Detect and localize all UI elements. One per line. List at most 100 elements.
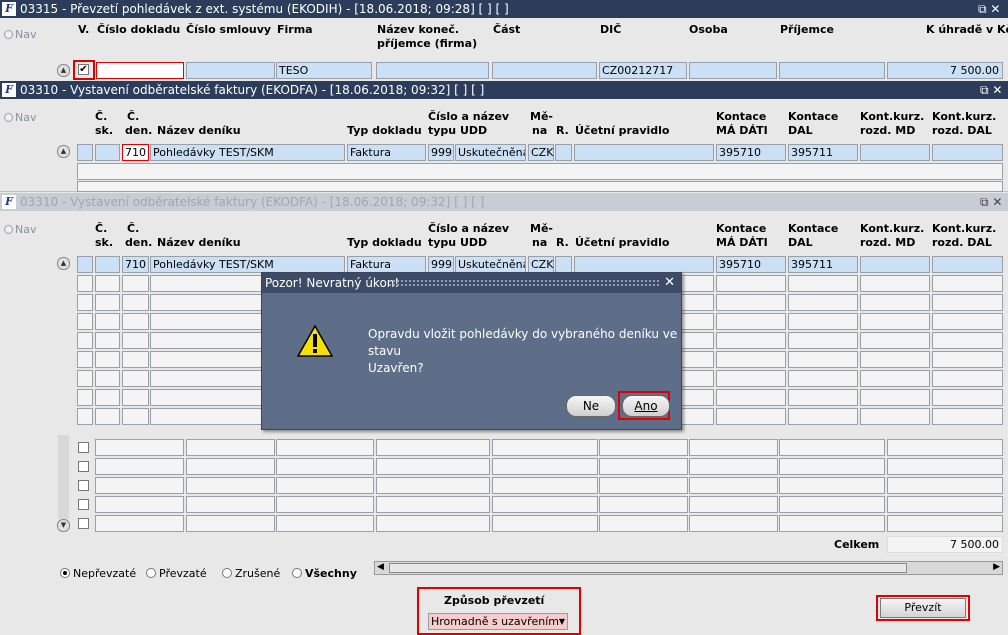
grid-cell[interactable] bbox=[186, 477, 275, 494]
chevron-down-icon[interactable]: ▼ bbox=[559, 614, 565, 629]
cell-md[interactable]: 395710 bbox=[716, 256, 786, 273]
cell-cislo-dokladu[interactable] bbox=[96, 62, 184, 79]
grid-cell[interactable] bbox=[492, 496, 598, 513]
grid-cell[interactable] bbox=[77, 351, 93, 368]
cell-nazev-deniku[interactable]: Pohledávky TEST/SKM bbox=[150, 144, 345, 161]
grid-cell[interactable] bbox=[932, 408, 1003, 425]
scroll-right-icon[interactable]: ▶ bbox=[993, 562, 1000, 572]
grid-cell[interactable] bbox=[689, 496, 778, 513]
scroll-thumb[interactable] bbox=[389, 563, 907, 573]
window-controls[interactable]: ⧉ ✕ bbox=[980, 193, 1002, 211]
grid-cell[interactable] bbox=[860, 351, 930, 368]
grid-cell[interactable] bbox=[788, 275, 858, 292]
grid-cell[interactable] bbox=[492, 439, 598, 456]
grid-cell[interactable] bbox=[95, 351, 120, 368]
grid-cell[interactable] bbox=[77, 275, 93, 292]
grid-cell[interactable] bbox=[492, 477, 598, 494]
cell-c-den[interactable]: 710 bbox=[122, 256, 149, 273]
grid-cell[interactable] bbox=[788, 351, 858, 368]
grid-cell[interactable] bbox=[887, 458, 1003, 475]
grid-cell[interactable] bbox=[860, 275, 930, 292]
grid-cell[interactable] bbox=[779, 439, 885, 456]
grid-cell[interactable] bbox=[716, 370, 786, 387]
cell-ucetni[interactable] bbox=[574, 256, 714, 273]
grid-cell[interactable] bbox=[788, 313, 858, 330]
grid-cell[interactable] bbox=[95, 294, 120, 311]
grid-cell[interactable] bbox=[186, 439, 275, 456]
cell-dal[interactable]: 395711 bbox=[788, 256, 858, 273]
cell-r[interactable] bbox=[555, 144, 572, 161]
cell-nazev-deniku[interactable]: Pohledávky TEST/SKM bbox=[150, 256, 345, 273]
grid-cell[interactable] bbox=[376, 496, 490, 513]
table-row[interactable] bbox=[77, 181, 1003, 192]
cell-cislo-smlouvy[interactable] bbox=[186, 62, 275, 79]
grid-cell[interactable] bbox=[95, 439, 184, 456]
grid-cell[interactable] bbox=[77, 332, 93, 349]
grid-cell[interactable] bbox=[932, 294, 1003, 311]
cell-udd-cislo[interactable]: 999 bbox=[428, 144, 454, 161]
grid-cell[interactable] bbox=[77, 408, 93, 425]
close-icon[interactable]: ✕ bbox=[664, 273, 675, 293]
row-select-checkbox[interactable] bbox=[78, 442, 89, 453]
cell-mena[interactable]: CZK bbox=[528, 144, 554, 161]
grid-cell[interactable] bbox=[860, 332, 930, 349]
grid-cell[interactable] bbox=[95, 496, 184, 513]
grid-cell[interactable] bbox=[95, 332, 120, 349]
grid-cell[interactable] bbox=[122, 370, 149, 387]
grid-cell[interactable] bbox=[599, 477, 688, 494]
grid-cell[interactable] bbox=[376, 458, 490, 475]
grid-cell[interactable] bbox=[122, 332, 149, 349]
nav-toggle[interactable]: Nav bbox=[4, 223, 36, 236]
drag-handle[interactable] bbox=[388, 279, 659, 287]
grid-cell[interactable] bbox=[716, 313, 786, 330]
grid-cell[interactable] bbox=[779, 496, 885, 513]
grid-cell[interactable] bbox=[860, 389, 930, 406]
grid-cell[interactable] bbox=[95, 408, 120, 425]
row-select-checkbox[interactable] bbox=[78, 518, 89, 529]
grid-cell[interactable] bbox=[77, 313, 93, 330]
grid-cell[interactable] bbox=[186, 515, 275, 532]
cell-udd-nazev[interactable]: Uskutečněná bbox=[455, 144, 526, 161]
grid-cell[interactable] bbox=[77, 389, 93, 406]
grid-cell[interactable] bbox=[492, 458, 598, 475]
grid-cell[interactable] bbox=[887, 515, 1003, 532]
grid-cell[interactable] bbox=[716, 389, 786, 406]
grid-cell[interactable] bbox=[95, 515, 184, 532]
cell-c-den[interactable]: 710 bbox=[122, 144, 149, 161]
cell-dal[interactable]: 395711 bbox=[788, 144, 858, 161]
grid-cell[interactable] bbox=[932, 370, 1003, 387]
grid-cell[interactable] bbox=[860, 408, 930, 425]
radio-zrusene[interactable]: Zrušené bbox=[222, 567, 280, 580]
cell-mena[interactable]: CZK bbox=[528, 256, 554, 273]
cell-firma[interactable]: TESO bbox=[276, 62, 372, 79]
grid-cell[interactable] bbox=[689, 515, 778, 532]
nav-toggle[interactable]: Nav bbox=[4, 111, 36, 124]
grid-cell[interactable] bbox=[689, 458, 778, 475]
scroll-down-icon[interactable]: ▼ bbox=[57, 519, 70, 532]
grid-cell[interactable] bbox=[932, 275, 1003, 292]
scroll-up-icon[interactable]: ▲ bbox=[57, 145, 70, 158]
grid-cell[interactable] bbox=[887, 477, 1003, 494]
grid-cell[interactable] bbox=[599, 496, 688, 513]
grid-cell[interactable] bbox=[122, 389, 149, 406]
grid-cell[interactable] bbox=[716, 275, 786, 292]
radio-prevzate[interactable]: Převzaté bbox=[146, 567, 207, 580]
scroll-up-icon[interactable]: ▲ bbox=[57, 257, 70, 270]
cell-k-uhrade[interactable]: 7 500.00 bbox=[887, 62, 1003, 79]
grid-cell[interactable] bbox=[95, 275, 120, 292]
grid-cell[interactable] bbox=[122, 294, 149, 311]
grid-cell[interactable] bbox=[599, 439, 688, 456]
scrollbar-track[interactable] bbox=[58, 435, 69, 519]
radio-neprevzate[interactable]: Nepřevzaté bbox=[60, 567, 136, 580]
cell-ucetni[interactable] bbox=[574, 144, 714, 161]
grid-cell[interactable] bbox=[788, 389, 858, 406]
grid-cell[interactable] bbox=[122, 275, 149, 292]
grid-cell[interactable] bbox=[122, 408, 149, 425]
grid-cell[interactable] bbox=[122, 313, 149, 330]
grid-cell[interactable] bbox=[95, 458, 184, 475]
grid-cell[interactable] bbox=[788, 370, 858, 387]
radio-vsechny[interactable]: Všechny bbox=[292, 567, 357, 580]
window-titlebar-ekodfa-inactive[interactable]: F 03310 - Vystavení odběratelské faktury… bbox=[0, 193, 1008, 211]
zpusob-select[interactable]: Hromadně s uzavřením ▼ bbox=[428, 613, 568, 630]
grid-cell[interactable] bbox=[689, 477, 778, 494]
